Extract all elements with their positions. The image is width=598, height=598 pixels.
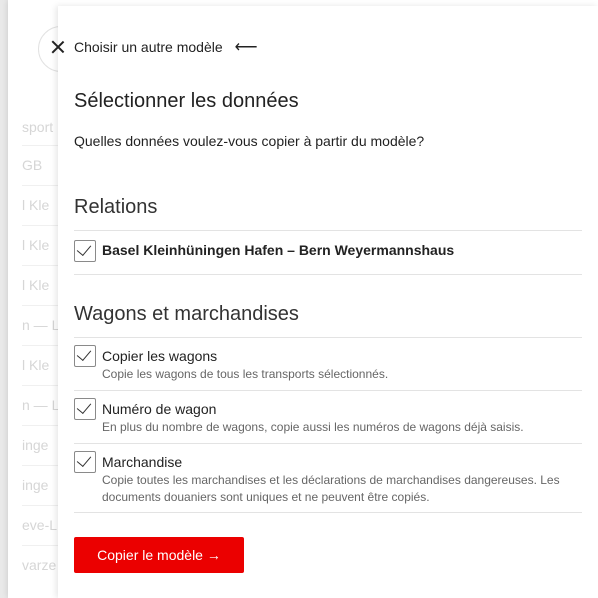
- modal-question: Quelles données voulez-vous copier à par…: [74, 133, 425, 149]
- background-separator: [22, 145, 62, 146]
- divider: [74, 512, 582, 513]
- background-separator: [22, 225, 62, 226]
- checkmark-icon: [76, 398, 92, 415]
- background-list-item: l Kle: [22, 197, 50, 213]
- background-list-item: l Kle: [22, 357, 50, 373]
- relation-option[interactable]: Basel Kleinhüningen Hafen – Bern Weyerma…: [74, 230, 582, 274]
- background-separator: [22, 545, 62, 546]
- arrow-left-icon: ⟵: [234, 39, 258, 56]
- back-to-templates-link[interactable]: Choisir un autre modèle ⟵: [50, 33, 258, 61]
- option-description: Copie les wagons de tous les transports …: [102, 367, 389, 381]
- relation-label: Basel Kleinhüningen Hafen – Bern Weyerma…: [102, 242, 455, 258]
- background-separator: [22, 505, 62, 506]
- background-list-item: inge: [22, 437, 49, 453]
- background-list-item: n — L: [22, 317, 60, 333]
- background-list-item: varze: [22, 557, 57, 573]
- background-separator: [22, 385, 62, 386]
- background-separator: [22, 425, 62, 426]
- close-icon[interactable]: [50, 39, 66, 55]
- section-title-wagons: Wagons et marchandises: [74, 303, 299, 325]
- wagon-number-checkbox[interactable]: [74, 398, 96, 420]
- option-label: Marchandise: [102, 454, 183, 470]
- divider: [74, 274, 582, 275]
- option-label: Numéro de wagon: [102, 401, 217, 417]
- background-list-item: sport: [22, 119, 54, 135]
- background-list-item: eve-L: [22, 517, 58, 533]
- back-link-label: Choisir un autre modèle: [74, 39, 223, 55]
- relation-checkbox[interactable]: [74, 240, 96, 262]
- copy-wagons-checkbox[interactable]: [74, 345, 96, 367]
- background-list-item: l Kle: [22, 277, 50, 293]
- option-goods[interactable]: Marchandise Copie toutes les marchandise…: [74, 443, 582, 512]
- option-copy-wagons[interactable]: Copier les wagons Copie les wagons de to…: [74, 337, 582, 390]
- section-title-relations: Relations: [74, 196, 158, 218]
- checkmark-icon: [76, 451, 92, 468]
- background-separator: [22, 305, 62, 306]
- background-list-item: inge: [22, 477, 49, 493]
- option-label: Copier les wagons: [102, 348, 218, 364]
- option-description: Copie toutes les marchandises et les déc…: [102, 473, 560, 504]
- background-list-item: l Kle: [22, 237, 50, 253]
- copy-template-button[interactable]: Copier le modèle →: [74, 537, 244, 573]
- background-separator: [22, 265, 62, 266]
- checkmark-icon: [76, 240, 92, 257]
- background-separator: [22, 465, 62, 466]
- modal-title: Sélectionner les données: [74, 90, 299, 112]
- option-description: En plus du nombre de wagons, copie aussi…: [102, 420, 524, 434]
- background-list-item: n — L: [22, 397, 60, 413]
- background-separator: [22, 185, 62, 186]
- background-separator: [22, 345, 62, 346]
- checkmark-icon: [76, 345, 92, 362]
- option-wagon-number[interactable]: Numéro de wagon En plus du nombre de wag…: [74, 390, 582, 443]
- background-list-item: GB: [22, 157, 43, 173]
- goods-checkbox[interactable]: [74, 451, 96, 473]
